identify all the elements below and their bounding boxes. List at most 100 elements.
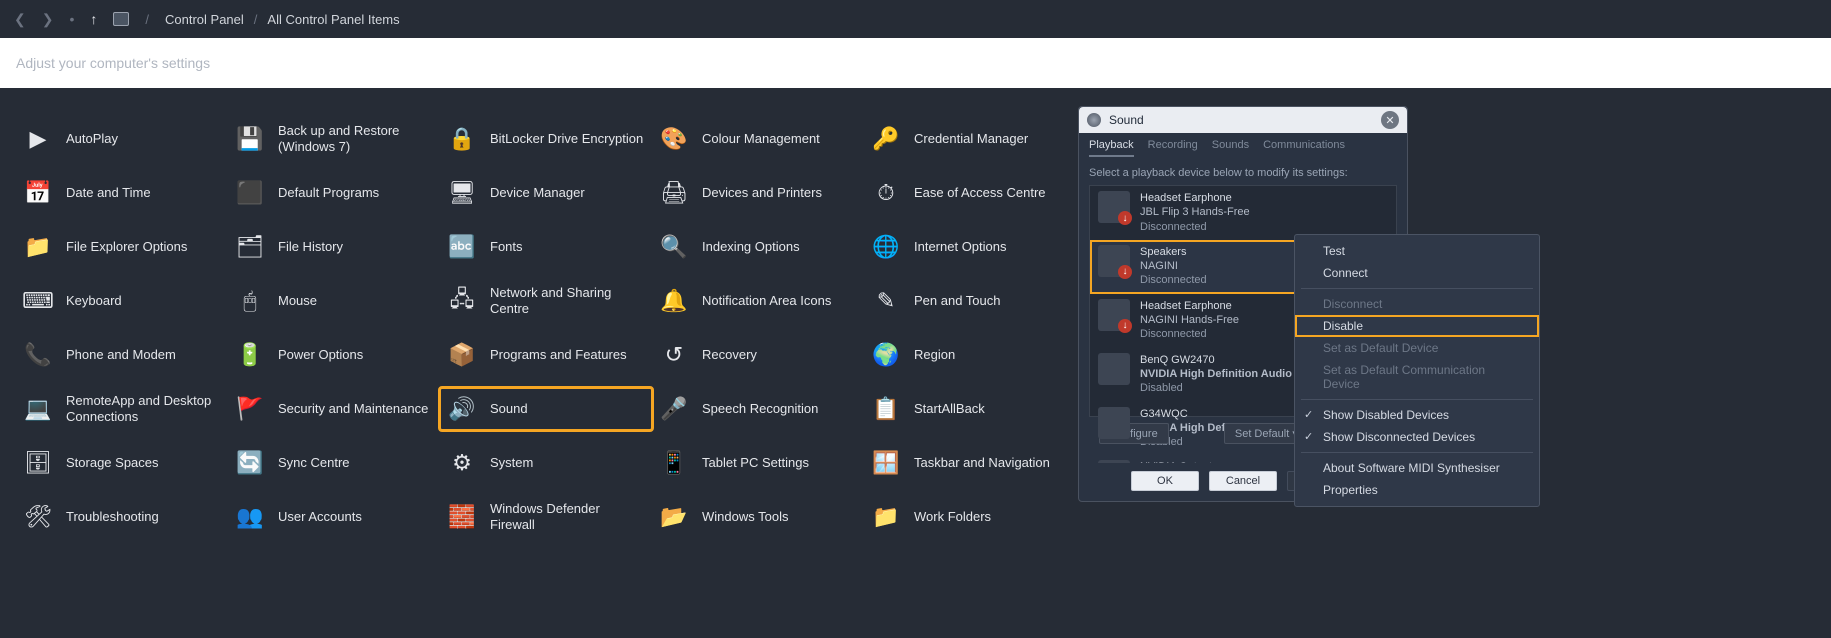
item-label: Security and Maintenance — [278, 401, 428, 417]
nav-up-icon[interactable]: ↑ — [90, 11, 97, 27]
dialog-tab[interactable]: Sounds — [1212, 139, 1249, 157]
breadcrumb-item[interactable]: Control Panel — [165, 12, 244, 27]
nav-back-icon[interactable]: ❮ — [14, 11, 26, 28]
item-label: Speech Recognition — [702, 401, 818, 417]
dialog-tab[interactable]: Recording — [1148, 139, 1198, 157]
device-subtitle: NVIDIA High Definition Audio — [1140, 367, 1292, 381]
item-icon: 🌐 — [870, 231, 902, 263]
nav-forward-icon[interactable]: ❯ — [42, 11, 54, 28]
control-panel-item[interactable]: 🖨Devices and Printers — [652, 172, 864, 214]
device-item[interactable]: ↓ Headset Earphone JBL Flip 3 Hands-Free… — [1090, 186, 1396, 240]
item-label: BitLocker Drive Encryption — [490, 131, 643, 147]
control-panel-item[interactable]: 🗂File History — [228, 226, 440, 268]
control-panel-item[interactable]: 🚩Security and Maintenance — [228, 388, 440, 430]
control-panel-item[interactable]: ⚙System — [440, 442, 652, 484]
control-panel-item[interactable]: 🔋Power Options — [228, 334, 440, 376]
item-icon: 🔤 — [446, 231, 478, 263]
device-icon — [1098, 353, 1130, 385]
control-panel-item[interactable]: 💾 Back up and Restore (Windows 7) — [228, 118, 440, 160]
control-panel-item[interactable]: 🪟Taskbar and Navigation — [864, 442, 1076, 484]
control-panel-item[interactable]: 🌍Region — [864, 334, 1076, 376]
context-menu-item[interactable]: Properties — [1295, 479, 1539, 501]
control-panel-item[interactable]: 📞Phone and Modem — [16, 334, 228, 376]
control-panel-item[interactable]: 🛠Troubleshooting — [16, 496, 228, 538]
context-menu-item[interactable]: Show Disabled Devices — [1295, 404, 1539, 426]
sound-icon — [1087, 113, 1101, 127]
item-label: Back up and Restore (Windows 7) — [278, 123, 434, 154]
control-panel-item[interactable]: 📁Work Folders — [864, 496, 1076, 538]
item-icon: 🎨 — [658, 123, 690, 155]
item-label: Fonts — [490, 239, 523, 255]
context-menu-item[interactable]: Disable — [1295, 315, 1539, 337]
control-panel-item[interactable]: 🎤 Speech Recognition — [652, 388, 864, 430]
control-panel-item[interactable]: 📋StartAllBack — [864, 388, 1076, 430]
control-panel-grid: ▶ AutoPlay 💾 Back up and Restore (Windows 7… — [0, 88, 1831, 538]
control-panel-item[interactable]: ✎Pen and Touch — [864, 280, 1076, 322]
context-menu: TestConnectDisconnectDisableSet as Defau… — [1294, 234, 1540, 507]
control-panel-item[interactable]: 🖱Mouse — [228, 280, 440, 322]
item-icon: 💾 — [234, 123, 266, 155]
item-icon: 🗄 — [22, 447, 54, 479]
context-menu-item[interactable]: Connect — [1295, 262, 1539, 284]
control-panel-item[interactable]: 👥User Accounts — [228, 496, 440, 538]
item-label: Recovery — [702, 347, 757, 363]
control-panel-item[interactable]: 🖥Device Manager — [440, 172, 652, 214]
context-menu-item: Set as Default Communication Device — [1295, 359, 1539, 395]
control-panel-item[interactable]: 📅Date and Time — [16, 172, 228, 214]
control-panel-item[interactable]: ⏱Ease of Access Centre — [864, 172, 1076, 214]
disconnected-badge-icon: ↓ — [1118, 265, 1132, 279]
control-panel-item[interactable]: 🔍Indexing Options — [652, 226, 864, 268]
device-icon: ↓ — [1098, 299, 1130, 331]
context-menu-item[interactable]: Show Disconnected Devices — [1295, 426, 1539, 448]
control-panel-item[interactable]: 🗄Storage Spaces — [16, 442, 228, 484]
ok-button[interactable]: OK — [1131, 471, 1199, 491]
nav-recent-icon[interactable]: • — [69, 11, 74, 27]
item-label: File Explorer Options — [66, 239, 187, 255]
device-title: G34WQC — [1140, 407, 1292, 421]
item-label: Phone and Modem — [66, 347, 176, 363]
control-panel-item[interactable]: ↺Recovery — [652, 334, 864, 376]
device-subtitle: JBL Flip 3 Hands-Free — [1140, 205, 1250, 219]
control-panel-item[interactable]: 📦Programs and Features — [440, 334, 652, 376]
context-menu-item[interactable]: Test — [1295, 240, 1539, 262]
context-menu-item[interactable]: About Software MIDI Synthesiser — [1295, 457, 1539, 479]
item-label: Keyboard — [66, 293, 122, 309]
device-subtitle: NAGINI Hands-Free — [1140, 313, 1239, 327]
breadcrumb-item[interactable]: All Control Panel Items — [267, 12, 399, 27]
item-label: Colour Management — [702, 131, 820, 147]
control-panel-item[interactable]: 🔊Sound — [440, 388, 652, 430]
control-panel-item[interactable]: 🔑Credential Manager — [864, 118, 1076, 160]
page-title: Adjust your computer's settings — [16, 55, 210, 71]
control-panel-item[interactable]: ⌨Keyboard — [16, 280, 228, 322]
control-panel-item[interactable]: 📱Tablet PC Settings — [652, 442, 864, 484]
this-pc-icon[interactable] — [113, 12, 129, 26]
item-icon: ▶ — [22, 123, 54, 155]
control-panel-item[interactable]: 🖧Network and Sharing Centre — [440, 280, 652, 322]
control-panel-item[interactable]: 🔔Notification Area Icons — [652, 280, 864, 322]
control-panel-item[interactable]: 🌐Internet Options — [864, 226, 1076, 268]
close-icon[interactable]: ✕ — [1381, 111, 1399, 129]
cancel-button[interactable]: Cancel — [1209, 471, 1277, 491]
control-panel-item[interactable]: 💻RemoteApp and Desktop Connections — [16, 388, 228, 430]
item-icon: 🔊 — [446, 393, 478, 425]
disconnected-badge-icon: ↓ — [1118, 211, 1132, 225]
device-title: BenQ GW2470 — [1140, 353, 1292, 367]
control-panel-item[interactable]: 📂Windows Tools — [652, 496, 864, 538]
page-title-bar: Adjust your computer's settings — [0, 38, 1831, 88]
control-panel-item[interactable]: 🔤 Fonts — [440, 226, 652, 268]
control-panel-item[interactable]: 🧱Windows Defender Firewall — [440, 496, 652, 538]
item-icon: 🎤 — [658, 393, 690, 425]
control-panel-item[interactable]: 🔄Sync Centre — [228, 442, 440, 484]
item-icon: ⚙ — [446, 447, 478, 479]
control-panel-item[interactable]: 🎨 Colour Management — [652, 118, 864, 160]
control-panel-item[interactable]: ▶ AutoPlay — [16, 118, 228, 160]
dialog-tab[interactable]: Communications — [1263, 139, 1345, 157]
item-icon: 🗂 — [234, 231, 266, 263]
dialog-titlebar[interactable]: Sound ✕ — [1079, 107, 1407, 133]
dialog-tab[interactable]: Playback — [1089, 139, 1134, 157]
item-label: Default Programs — [278, 185, 379, 201]
control-panel-item[interactable]: 🔒BitLocker Drive Encryption — [440, 118, 652, 160]
control-panel-item[interactable]: ⬛Default Programs — [228, 172, 440, 214]
item-label: AutoPlay — [66, 131, 118, 147]
control-panel-item[interactable]: 📁File Explorer Options — [16, 226, 228, 268]
